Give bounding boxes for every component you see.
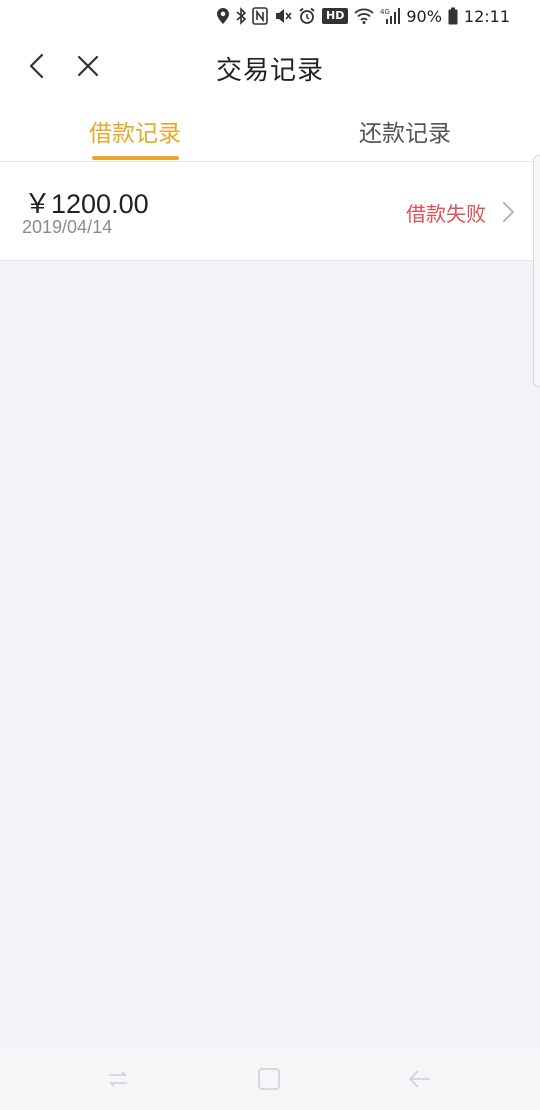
location-icon bbox=[216, 6, 230, 26]
mute-icon bbox=[274, 6, 292, 26]
status-icons: HD 4G 90% 12:11 bbox=[216, 6, 510, 26]
page-title: 交易记录 bbox=[215, 56, 324, 86]
wifi-icon bbox=[354, 6, 374, 26]
record-status: 借款失败 bbox=[406, 202, 486, 226]
clock: 12:11 bbox=[463, 6, 510, 26]
signal-icon: 4G bbox=[380, 6, 401, 26]
tab-repay-records[interactable]: 还款记录 bbox=[270, 114, 540, 148]
record-date: 2019/04/14 bbox=[22, 217, 113, 237]
hd-icon: HD bbox=[321, 6, 349, 26]
nfc-icon bbox=[252, 6, 268, 26]
chevron-right-icon bbox=[503, 202, 514, 222]
active-tab-indicator bbox=[92, 156, 179, 160]
home-button[interactable] bbox=[254, 1066, 284, 1092]
recent-apps-icon bbox=[109, 1071, 127, 1087]
recent-apps-button[interactable] bbox=[103, 1066, 133, 1092]
side-panel-handle[interactable] bbox=[533, 155, 540, 387]
battery-icon bbox=[448, 6, 458, 26]
list-item[interactable]: ￥1200.00 2019/04/14 借款失败 bbox=[0, 162, 540, 261]
back-nav-button[interactable] bbox=[405, 1066, 435, 1092]
status-bar: HD 4G 90% 12:11 bbox=[0, 0, 540, 34]
network-type-label: 4G bbox=[380, 8, 390, 16]
home-icon bbox=[258, 1068, 280, 1090]
alarm-icon bbox=[298, 6, 316, 26]
record-amount: ￥1200.00 bbox=[24, 189, 149, 219]
bluetooth-icon bbox=[236, 6, 246, 26]
back-nav-icon bbox=[408, 1070, 430, 1088]
app-header: 交易记录 bbox=[0, 34, 540, 100]
system-nav-bar bbox=[0, 1048, 540, 1110]
battery-percentage: 90% bbox=[406, 6, 442, 26]
record-tabs: 借款记录 还款记录 bbox=[0, 100, 540, 162]
tab-borrow-records[interactable]: 借款记录 bbox=[0, 114, 270, 148]
